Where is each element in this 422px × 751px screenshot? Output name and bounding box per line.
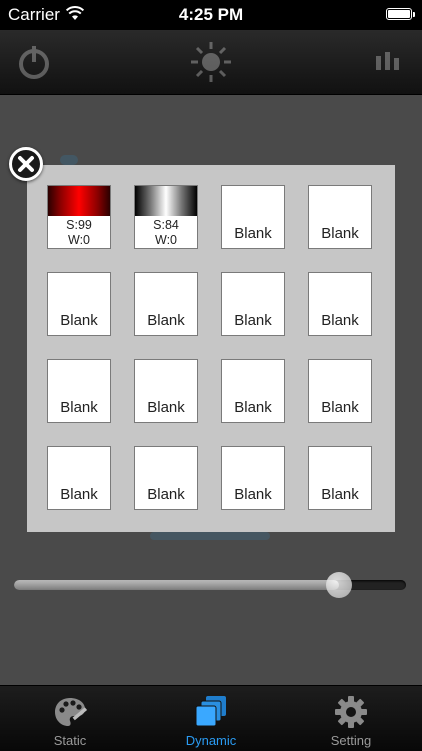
white-label: W:0 bbox=[68, 233, 90, 247]
clock: 4:25 PM bbox=[178, 5, 244, 24]
blank-label: Blank bbox=[234, 486, 272, 503]
blank-preset-cell[interactable]: Blank bbox=[308, 185, 372, 249]
brightness-icon[interactable] bbox=[189, 40, 233, 84]
background-dot bbox=[60, 155, 78, 165]
blank-label: Blank bbox=[60, 486, 98, 503]
white-label: W:0 bbox=[155, 233, 177, 247]
saturation-label: S:84 bbox=[153, 218, 179, 232]
blank-preset-cell[interactable]: Blank bbox=[47, 446, 111, 510]
preset-panel: S:99 W:0 S:84 W:0 Blank Blank Blank Blank Bl… bbox=[27, 165, 395, 532]
status-bar: Carrier 4:25 PM bbox=[0, 0, 422, 30]
background-indicator bbox=[150, 532, 270, 540]
blank-label: Blank bbox=[147, 399, 185, 416]
tab-label: Static bbox=[53, 733, 87, 748]
color-swatch-white bbox=[135, 186, 197, 216]
blank-label: Blank bbox=[147, 312, 185, 329]
blank-preset-cell[interactable]: Blank bbox=[134, 359, 198, 423]
tab-label: Dynamic bbox=[185, 733, 237, 748]
equalizer-icon[interactable] bbox=[366, 40, 410, 84]
blank-preset-cell[interactable]: Blank bbox=[308, 446, 372, 510]
palette-icon bbox=[55, 698, 88, 726]
brightness-slider-thumb[interactable] bbox=[326, 572, 353, 598]
blank-label: Blank bbox=[60, 399, 98, 416]
tab-bar: Static Dynamic Setting bbox=[0, 685, 422, 751]
blank-label: Blank bbox=[321, 225, 359, 242]
battery-icon bbox=[386, 8, 415, 20]
color-swatch-red bbox=[48, 186, 110, 216]
stacked-squares-icon bbox=[195, 696, 226, 727]
blank-label: Blank bbox=[234, 225, 272, 242]
blank-preset-cell[interactable]: Blank bbox=[134, 446, 198, 510]
blank-preset-cell[interactable]: Blank bbox=[47, 359, 111, 423]
blank-preset-cell[interactable]: Blank bbox=[308, 359, 372, 423]
close-button[interactable] bbox=[9, 147, 43, 181]
gear-icon bbox=[335, 696, 367, 728]
preset-info: S:84 W:0 bbox=[135, 216, 197, 248]
tab-static[interactable]: Static bbox=[0, 686, 140, 751]
blank-preset-cell[interactable]: Blank bbox=[308, 272, 372, 336]
blank-label: Blank bbox=[147, 486, 185, 503]
preset-cell-1[interactable]: S:99 W:0 bbox=[47, 185, 111, 249]
blank-preset-cell[interactable]: Blank bbox=[221, 446, 285, 510]
tab-label: Setting bbox=[330, 733, 372, 748]
blank-preset-cell[interactable]: Blank bbox=[221, 185, 285, 249]
close-icon bbox=[18, 156, 34, 172]
blank-preset-cell[interactable]: Blank bbox=[221, 272, 285, 336]
blank-preset-cell[interactable]: Blank bbox=[47, 272, 111, 336]
blank-label: Blank bbox=[321, 486, 359, 503]
blank-preset-cell[interactable]: Blank bbox=[134, 272, 198, 336]
blank-label: Blank bbox=[321, 399, 359, 416]
blank-label: Blank bbox=[234, 312, 272, 329]
tab-setting[interactable]: Setting bbox=[281, 686, 421, 751]
blank-label: Blank bbox=[234, 399, 272, 416]
top-toolbar bbox=[0, 30, 422, 95]
saturation-label: S:99 bbox=[66, 218, 92, 232]
blank-label: Blank bbox=[321, 312, 359, 329]
brightness-slider-fill bbox=[14, 580, 340, 590]
tab-dynamic[interactable]: Dynamic bbox=[141, 686, 281, 751]
power-icon[interactable] bbox=[12, 40, 56, 84]
preset-info: S:99 W:0 bbox=[48, 216, 110, 248]
blank-preset-cell[interactable]: Blank bbox=[221, 359, 285, 423]
preset-cell-2[interactable]: S:84 W:0 bbox=[134, 185, 198, 249]
blank-label: Blank bbox=[60, 312, 98, 329]
